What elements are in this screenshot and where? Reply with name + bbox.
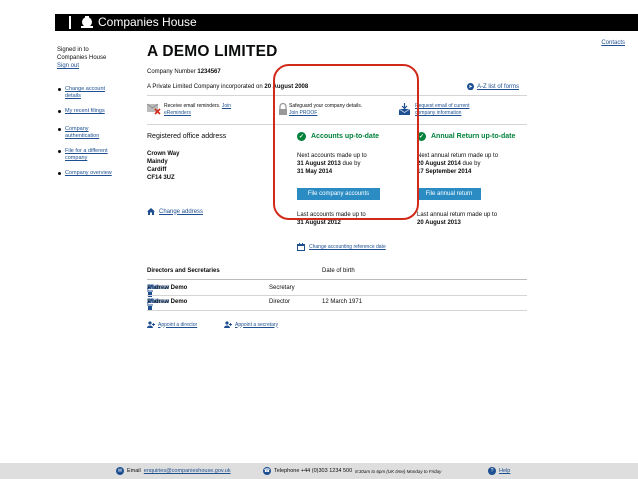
company-number-label: Company Number bbox=[147, 69, 196, 75]
company-number: Company Number 1234567 bbox=[147, 69, 221, 75]
table-row: Andrew Demo Secretary Edit Remove bbox=[147, 283, 527, 297]
page-footer: ✉ Email enquiries@companieshouse.gov.uk … bbox=[0, 463, 638, 479]
footer-help-link[interactable]: Help bbox=[499, 468, 510, 474]
row-divider bbox=[147, 295, 527, 296]
annual-return-status: ✓ Annual Return up-to-date bbox=[417, 132, 515, 141]
sidebar-nav: Change account details My recent filings … bbox=[58, 86, 128, 185]
request-email-link-2[interactable]: company information bbox=[415, 110, 461, 116]
site-brand[interactable]: Companies House bbox=[98, 15, 197, 29]
calendar-icon bbox=[297, 243, 305, 251]
sidebar-item-label[interactable]: company bbox=[65, 155, 87, 161]
appoint-secretary-link[interactable]: Appoint a secretary bbox=[224, 321, 278, 328]
table-row: Andrew Demo Director 12 March 1971 Edit … bbox=[147, 297, 527, 311]
next-return-date: 20 August 2014 bbox=[417, 161, 461, 167]
sidebar-item-different-company[interactable]: File for a different company bbox=[58, 148, 128, 162]
sidebar-item-label[interactable]: Change account bbox=[65, 86, 105, 92]
last-accounts-date: 31 August 2012 bbox=[297, 220, 341, 226]
sidebar-item-label[interactable]: Company overview bbox=[65, 170, 112, 176]
arrow-right-icon: ➤ bbox=[467, 83, 474, 90]
change-reference-date-label[interactable]: Change accounting reference date bbox=[309, 244, 386, 250]
footer-phone: ☎ Telephone +44 (0)303 1234 500 8:30am t… bbox=[263, 467, 441, 475]
director-role: Secretary bbox=[269, 285, 295, 291]
add-user-icon bbox=[147, 321, 155, 328]
registered-address: Crown Way Maindy Cardiff CF14 3UZ bbox=[147, 150, 179, 182]
director-dob: 12 March 1971 bbox=[322, 299, 363, 305]
footer-email: ✉ Email enquiries@companieshouse.gov.uk bbox=[116, 467, 231, 475]
signed-in-info: Signed in to Companies House Sign out bbox=[57, 46, 106, 70]
last-return-label: Last annual return made up to bbox=[417, 212, 498, 218]
registered-office-title: Registered office address bbox=[147, 133, 227, 140]
email-icon: ✉ bbox=[116, 467, 124, 475]
royal-crest-icon bbox=[81, 16, 93, 28]
address-line: Maindy bbox=[147, 159, 168, 165]
change-address-label[interactable]: Change address bbox=[159, 209, 203, 215]
site-header: Companies House bbox=[55, 14, 638, 31]
appoint-director-label[interactable]: Appoint a director bbox=[158, 322, 197, 328]
contacts-link[interactable]: Contacts bbox=[601, 40, 625, 46]
company-number-value: 1234567 bbox=[197, 69, 221, 75]
appoint-secretary-label[interactable]: Appoint a secretary bbox=[235, 322, 278, 328]
ereminders-text: Receive email reminders. bbox=[164, 103, 221, 109]
edit-link[interactable]: Edit bbox=[147, 283, 527, 291]
home-icon bbox=[147, 208, 155, 215]
phone-icon: ☎ bbox=[263, 467, 271, 475]
address-line: CF14 3UZ bbox=[147, 175, 175, 181]
signed-in-line2: Companies House bbox=[57, 55, 107, 61]
ereminders-join-link[interactable]: Join bbox=[222, 103, 231, 109]
footer-email-label: Email bbox=[127, 468, 141, 474]
change-address-link[interactable]: Change address bbox=[147, 208, 203, 215]
footer-hours: 8:30am to 6pm (UK time) Monday to Friday bbox=[355, 468, 442, 474]
signed-in-line1: Signed in to bbox=[57, 47, 89, 53]
last-annual-return: Last annual return made up to 20 August … bbox=[417, 211, 497, 227]
table-header-divider bbox=[147, 279, 527, 280]
dob-heading: Date of birth bbox=[322, 268, 355, 274]
page-title: A DEMO LIMITED bbox=[147, 43, 278, 60]
next-annual-return: Next annual return made up to 20 August … bbox=[417, 152, 498, 176]
ereminders-link[interactable]: eReminders bbox=[164, 110, 191, 116]
email-reminder-icon bbox=[147, 103, 161, 115]
add-user-icon bbox=[224, 321, 232, 328]
due-by-label: due by bbox=[462, 161, 481, 167]
sidebar-item-label[interactable]: details bbox=[65, 93, 81, 99]
sidebar-item-change-account[interactable]: Change account details bbox=[58, 86, 128, 100]
file-annual-return-button[interactable]: File annual return bbox=[417, 188, 481, 200]
company-type: A Private Limited Company incorporated o… bbox=[147, 84, 263, 90]
appoint-director-link[interactable]: Appoint a director bbox=[147, 321, 197, 328]
footer-phone-label: Telephone +44 (0)303 1234 500 bbox=[274, 468, 353, 474]
return-due-date: 17 September 2014 bbox=[417, 169, 472, 175]
sign-out-link[interactable]: Sign out bbox=[57, 63, 79, 69]
az-forms-label[interactable]: A-Z list of forms bbox=[477, 84, 519, 90]
sidebar-item-label[interactable]: My recent filings bbox=[65, 108, 105, 114]
request-email-link[interactable]: Request email of current bbox=[415, 103, 469, 109]
director-role: Director bbox=[269, 299, 291, 305]
next-return-label: Next annual return made up to bbox=[417, 153, 499, 159]
footer-email-link[interactable]: enquiries@companieshouse.gov.uk bbox=[144, 468, 231, 474]
sidebar-item-recent-filings[interactable]: My recent filings bbox=[58, 108, 128, 115]
address-line: Cardiff bbox=[147, 167, 167, 173]
az-forms-link[interactable]: ➤ A-Z list of forms bbox=[467, 83, 519, 90]
help-icon: ? bbox=[488, 467, 496, 475]
directors-heading: Directors and Secretaries bbox=[147, 268, 220, 274]
sidebar-item-authentication[interactable]: Company authentication bbox=[58, 126, 128, 140]
sidebar-item-label[interactable]: Company bbox=[65, 126, 89, 132]
address-line: Crown Way bbox=[147, 151, 180, 157]
remove-label[interactable]: Remove bbox=[147, 299, 169, 305]
sidebar-item-label[interactable]: File for a different bbox=[65, 148, 108, 154]
sidebar-item-company-overview[interactable]: Company overview bbox=[58, 170, 128, 177]
sidebar-item-label[interactable]: authentication bbox=[65, 133, 99, 139]
annual-return-status-label: Annual Return up-to-date bbox=[431, 133, 516, 140]
highlight-annotation bbox=[273, 64, 419, 220]
row-divider bbox=[147, 310, 527, 311]
change-reference-date-link[interactable]: Change accounting reference date bbox=[297, 243, 386, 251]
last-return-date: 20 August 2013 bbox=[417, 220, 461, 226]
header-divider bbox=[69, 16, 71, 29]
footer-help[interactable]: ? Help bbox=[488, 467, 510, 475]
remove-label[interactable]: Remove bbox=[147, 285, 169, 291]
